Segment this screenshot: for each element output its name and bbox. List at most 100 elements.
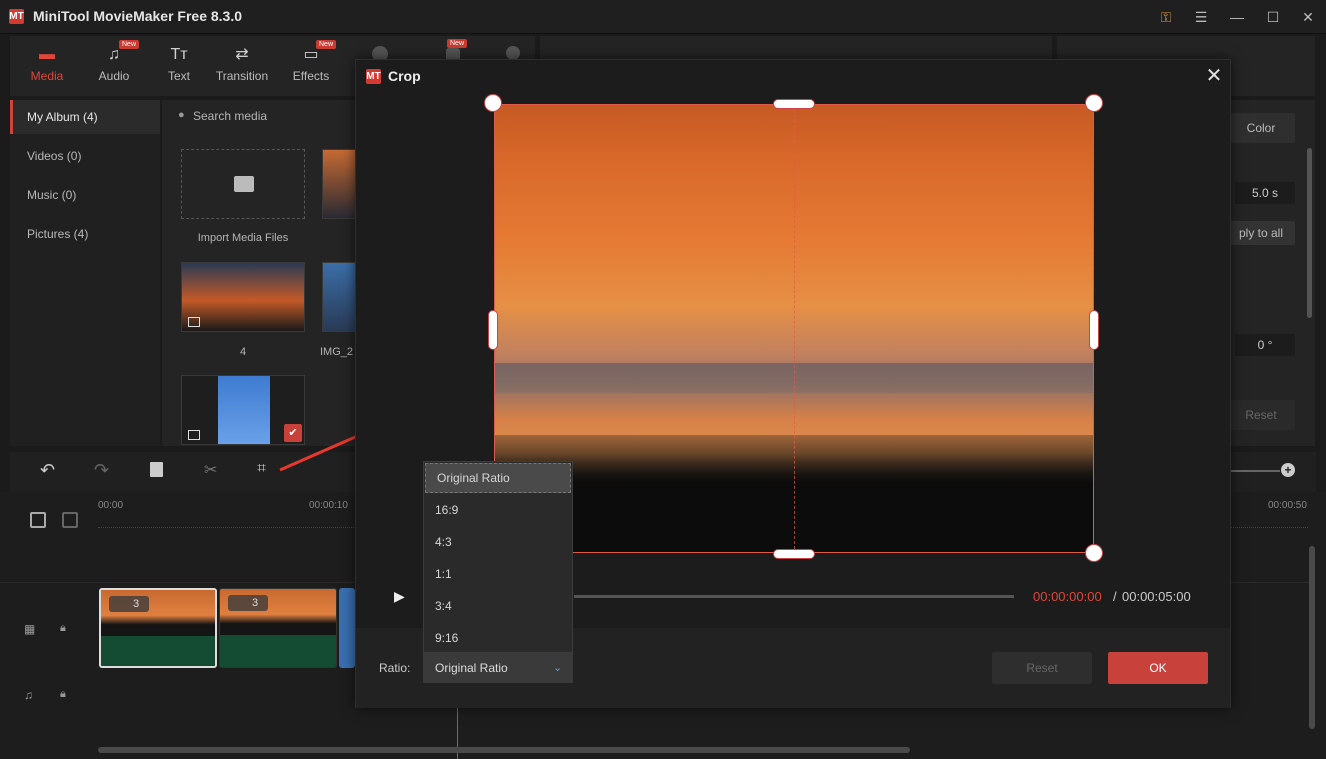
ratio-select-value: Original Ratio: [435, 661, 508, 675]
crop-handle-bottom-right[interactable]: [1085, 544, 1103, 562]
clip-count: 3: [109, 596, 149, 612]
reset-button[interactable]: Reset: [992, 652, 1092, 684]
ratio-option[interactable]: 4:3: [424, 526, 572, 558]
window-close-icon[interactable]: ✕: [1297, 7, 1319, 27]
undo-icon[interactable]: ↶: [40, 460, 55, 481]
media-thumbnail[interactable]: [322, 262, 357, 332]
tool-text[interactable]: Tт Text: [144, 44, 214, 83]
image-icon: [188, 317, 200, 327]
apply-to-all-button[interactable]: ply to all: [1227, 221, 1295, 245]
ratio-select[interactable]: Original Ratio ⌄: [423, 653, 573, 683]
app-logo-icon: MT: [366, 69, 381, 84]
crop-icon[interactable]: ⌗: [257, 460, 266, 478]
sky-photo: [218, 376, 270, 444]
app-title: MiniTool MovieMaker Free 8.3.0: [33, 8, 243, 24]
tool-transition[interactable]: ⇄ Transition: [207, 44, 277, 83]
property-reset-button[interactable]: Reset: [1227, 400, 1295, 430]
rotation-field[interactable]: 0 °: [1235, 334, 1295, 356]
media-item-label: 4: [239, 346, 247, 358]
sidebar-item-pictures[interactable]: Pictures (4): [10, 217, 160, 251]
progress-bar[interactable]: [574, 595, 1014, 598]
menu-icon[interactable]: ☰: [1190, 7, 1212, 27]
dialog-title: Crop: [388, 68, 421, 84]
ratio-option[interactable]: 16:9: [424, 494, 572, 526]
total-time: 00:00:05:00: [1122, 589, 1191, 604]
crop-handle-top[interactable]: [773, 99, 815, 109]
folder-icon: ▬: [39, 46, 55, 63]
media-sidebar: My Album (4) Videos (0) Music (0) Pictur…: [10, 100, 160, 446]
ratio-label: Ratio:: [379, 661, 411, 675]
ruler-time: 00:00: [98, 500, 124, 511]
crop-handle-top-left[interactable]: [484, 94, 502, 112]
remove-track-icon[interactable]: [62, 512, 78, 528]
tool-audio-label: Audio: [98, 69, 130, 83]
ok-button[interactable]: OK: [1108, 652, 1208, 684]
add-track-icon[interactable]: [30, 512, 46, 528]
timeline-clip[interactable]: 3: [219, 588, 337, 668]
ratio-option[interactable]: Original Ratio: [425, 463, 571, 493]
timeline-h-scrollbar[interactable]: [98, 747, 910, 753]
new-badge: New: [316, 40, 337, 49]
sidebar-item-my-album[interactable]: My Album (4): [10, 100, 160, 134]
chevron-down-icon: ⌄: [553, 662, 563, 674]
tool-text-label: Text: [167, 69, 190, 83]
zoom-in-icon[interactable]: +: [1281, 463, 1295, 477]
import-media-button[interactable]: [181, 149, 305, 219]
tool-audio[interactable]: New ♫ Audio: [79, 40, 149, 83]
lock-icon[interactable]: 🔒︎: [60, 622, 66, 635]
stickers-icon[interactable]: [506, 46, 520, 60]
redo-icon[interactable]: ↷: [94, 460, 109, 481]
crop-handle-right[interactable]: [1089, 310, 1099, 350]
search-input[interactable]: Search media: [193, 109, 267, 123]
ratio-dropdown-list: Original Ratio 16:9 4:3 1:1 3:4 9:16: [423, 461, 573, 653]
ratio-option[interactable]: 9:16: [424, 622, 572, 654]
title-bar: MT MiniTool MovieMaker Free 8.3.0 ⚿ ☰ — …: [0, 0, 1326, 34]
close-icon[interactable]: ✕: [1202, 64, 1226, 88]
delete-icon[interactable]: [150, 462, 163, 477]
timeline-clip[interactable]: [339, 588, 355, 668]
new-badge: New: [119, 40, 140, 49]
image-icon: [188, 430, 200, 440]
zoom-slider[interactable]: [1228, 470, 1280, 472]
timeline-clip[interactable]: 3: [99, 588, 217, 668]
property-scrollbar[interactable]: [1307, 148, 1312, 318]
crop-preview-image[interactable]: [494, 104, 1094, 553]
minimize-icon[interactable]: —: [1226, 7, 1248, 27]
timeline-v-scrollbar[interactable]: [1309, 546, 1315, 729]
lock-icon[interactable]: 🔒︎: [60, 688, 66, 701]
current-time: 00:00:00:00: [1033, 589, 1102, 604]
crop-handle-bottom[interactable]: [773, 549, 815, 559]
audio-track-icon: ♫: [24, 688, 33, 702]
duration-field[interactable]: 5.0 s: [1235, 182, 1295, 204]
transition-icon: ⇄: [235, 46, 249, 63]
maximize-icon[interactable]: ☐: [1262, 7, 1284, 27]
split-icon[interactable]: ✂: [204, 460, 217, 480]
folder-icon: [234, 176, 254, 192]
clip-count: 3: [228, 595, 268, 611]
ratio-option[interactable]: 1:1: [424, 558, 572, 590]
video-track-icon: ▦: [24, 622, 36, 636]
sidebar-item-music[interactable]: Music (0): [10, 178, 160, 212]
media-thumbnail[interactable]: [181, 262, 305, 332]
play-icon[interactable]: ▶: [394, 588, 405, 605]
key-icon[interactable]: ⚿: [1155, 7, 1177, 27]
tool-transition-label: Transition: [215, 69, 269, 83]
import-media-label: Import Media Files: [197, 232, 289, 244]
color-tab[interactable]: Color: [1227, 113, 1295, 143]
ratio-option[interactable]: 3:4: [424, 590, 572, 622]
text-icon: Tт: [170, 46, 188, 63]
time-separator: /: [1113, 589, 1117, 604]
sidebar-item-videos[interactable]: Videos (0): [10, 139, 160, 173]
ruler-time: 00:00:50: [1268, 500, 1307, 511]
new-badge: New: [447, 39, 468, 48]
crop-guide-line: [794, 105, 795, 552]
tool-media-label: Media: [30, 69, 64, 83]
tool-effects[interactable]: New ▭ Effects: [276, 40, 346, 83]
ruler-time: 00:00:10: [309, 500, 348, 511]
search-icon: ●: [178, 109, 185, 121]
media-thumbnail[interactable]: [322, 149, 357, 219]
crop-handle-top-right[interactable]: [1085, 94, 1103, 112]
crop-handle-left[interactable]: [488, 310, 498, 350]
media-item-label: IMG_2: [320, 346, 354, 358]
tool-media[interactable]: ▬ Media: [12, 44, 82, 83]
